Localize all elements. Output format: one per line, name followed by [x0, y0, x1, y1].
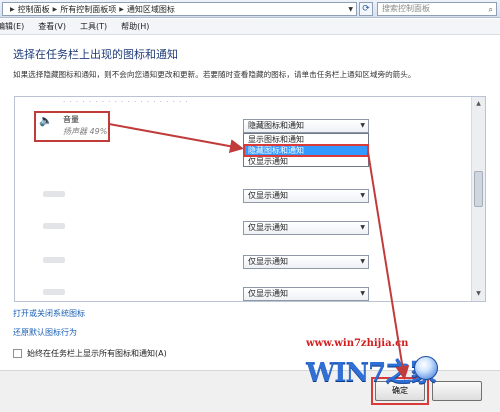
- menu-edit[interactable]: 编辑(E): [0, 21, 24, 32]
- search-placeholder: 搜索控制面板: [382, 4, 430, 13]
- always-show-all-label[interactable]: 始终在任务栏上显示所有图标和通知(A): [27, 348, 167, 359]
- icon-placeholder: [43, 191, 65, 197]
- search-icon[interactable]: ⌕: [489, 4, 493, 16]
- notification-icon-list: · · · · · · · · · · · · · · · · · · · · …: [14, 96, 486, 302]
- address-dropdown-icon[interactable]: ▼: [348, 6, 353, 13]
- menu-bar: 编辑(E) 查看(V) 工具(T) 帮助(H): [0, 19, 500, 35]
- dropdown-value: 仅显示通知: [248, 257, 288, 266]
- dropdown-value: 仅显示通知: [248, 223, 288, 232]
- icon-placeholder: [43, 223, 65, 229]
- chevron-down-icon[interactable]: ▼: [360, 190, 365, 202]
- address-bar: ▶ 控制面板 ▶ 所有控制面板项 ▶ 通知区域图标 ▼ ⟳ 搜索控制面板 ⌕: [0, 0, 500, 18]
- breadcrumb-notification-icons[interactable]: 通知区域图标: [127, 4, 175, 15]
- always-show-all-row: 始终在任务栏上显示所有图标和通知(A): [13, 348, 167, 359]
- scroll-down-icon[interactable]: ▼: [473, 288, 484, 300]
- row-2-behavior-dropdown[interactable]: 仅显示通知 ▼: [243, 189, 369, 203]
- dropdown-popup: 显示图标和通知 隐藏图标和通知 仅显示通知: [243, 133, 369, 167]
- menu-tools[interactable]: 工具(T): [80, 21, 107, 32]
- row-5-behavior-dropdown[interactable]: 仅显示通知 ▼: [243, 287, 369, 301]
- menu-help[interactable]: 帮助(H): [121, 21, 149, 32]
- dropdown-value: 仅显示通知: [248, 191, 288, 200]
- chevron-down-icon[interactable]: ▼: [360, 288, 365, 300]
- annotation-speaker-box: [34, 111, 110, 142]
- page-title: 选择在任务栏上出现的图标和通知: [13, 48, 178, 61]
- row-3-behavior-dropdown[interactable]: 仅显示通知 ▼: [243, 221, 369, 235]
- row-4-behavior-dropdown[interactable]: 仅显示通知 ▼: [243, 255, 369, 269]
- icon-placeholder: [43, 289, 65, 295]
- scroll-thumb[interactable]: [474, 171, 483, 207]
- search-input[interactable]: 搜索控制面板 ⌕: [377, 2, 497, 16]
- link-restore-default-behavior[interactable]: 还原默认图标行为: [13, 327, 77, 338]
- option-only-show-notifications[interactable]: 仅显示通知: [244, 156, 368, 167]
- dropdown-value: 隐藏图标和通知: [248, 121, 304, 130]
- refresh-icon[interactable]: ⟳: [359, 2, 373, 16]
- windows-orb-icon: [414, 356, 438, 380]
- breadcrumb-all-items[interactable]: 所有控制面板项: [60, 4, 116, 15]
- address-box[interactable]: ▶ 控制面板 ▶ 所有控制面板项 ▶ 通知区域图标 ▼: [2, 2, 357, 16]
- always-show-all-checkbox[interactable]: [13, 349, 22, 358]
- scroll-up-icon[interactable]: ▲: [473, 98, 484, 110]
- link-toggle-system-icons[interactable]: 打开或关闭系统图标: [13, 308, 85, 319]
- breadcrumb: ▶ 控制面板 ▶ 所有控制面板项 ▶ 通知区域图标: [3, 4, 175, 15]
- breadcrumb-separator-icon[interactable]: ▶: [53, 6, 58, 13]
- breadcrumb-separator-icon[interactable]: ▶: [119, 6, 124, 13]
- page-description: 如果选择隐藏图标和通知，则不会向您通知更改和更新。若要随时查看隐藏的图标，请单击…: [13, 70, 416, 79]
- option-show-icon-and-notifications[interactable]: 显示图标和通知: [244, 134, 368, 145]
- chevron-down-icon[interactable]: ▼: [360, 120, 365, 132]
- chevron-down-icon[interactable]: ▼: [360, 222, 365, 234]
- menu-view[interactable]: 查看(V): [38, 21, 66, 32]
- icon-placeholder: [43, 257, 65, 263]
- list-cut-off-row: · · · · · · · · · · · · · · · · · · · ·: [63, 98, 189, 106]
- breadcrumb-root-arrow-icon[interactable]: ▶: [10, 6, 15, 13]
- breadcrumb-control-panel[interactable]: 控制面板: [18, 4, 50, 15]
- watermark-url: www.win7zhijia.cn: [306, 338, 409, 349]
- vertical-scrollbar[interactable]: ▲ ▼: [471, 97, 485, 301]
- chevron-down-icon[interactable]: ▼: [360, 256, 365, 268]
- dropdown-value: 仅显示通知: [248, 289, 288, 298]
- option-hide-icon-and-notifications[interactable]: 隐藏图标和通知: [243, 144, 369, 157]
- volume-behavior-dropdown[interactable]: 隐藏图标和通知 ▼: [243, 119, 369, 133]
- cancel-button[interactable]: [432, 381, 482, 401]
